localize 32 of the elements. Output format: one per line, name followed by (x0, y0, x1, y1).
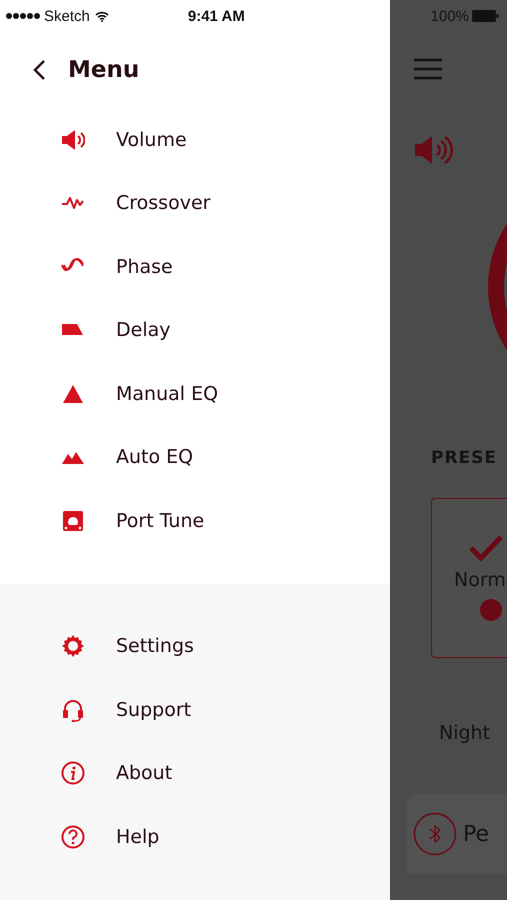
headset-icon (61, 698, 85, 722)
indicator-dot (480, 599, 502, 621)
help-icon (61, 824, 85, 849)
menu-item[interactable]: Delay (0, 298, 390, 362)
menu-item[interactable]: Volume (0, 108, 390, 172)
menu-item[interactable]: Support (0, 678, 390, 742)
wifi-icon (94, 10, 109, 22)
menu-item[interactable]: Crossover (0, 172, 390, 235)
battery-icon (472, 10, 499, 22)
preset-name: Norm (454, 569, 506, 591)
signal-icon (6, 13, 40, 19)
menu-item[interactable]: Manual EQ (0, 362, 390, 426)
battery-percent: 100% (430, 8, 469, 24)
menu-title: Menu (68, 57, 140, 83)
port-icon (61, 508, 85, 533)
device-name: Pe (463, 822, 490, 846)
carrier-name: Sketch (44, 8, 90, 24)
preset-name: Night (439, 722, 490, 744)
menu-item[interactable]: Auto EQ (0, 426, 390, 489)
menu-item[interactable]: Phase (0, 235, 390, 298)
back-icon[interactable] (32, 59, 46, 81)
menu-item[interactable]: Help (0, 805, 390, 868)
info-icon (61, 761, 85, 786)
check-icon (469, 535, 503, 561)
gear-icon (61, 634, 85, 658)
menu-item[interactable]: Port Tune (0, 489, 390, 552)
speaker-icon (61, 128, 85, 152)
presets-heading: PRESE (431, 448, 498, 468)
clock-time: 9:41 AM (188, 8, 245, 24)
menu-item[interactable]: Settings (0, 614, 390, 678)
bluetooth-icon (413, 812, 457, 856)
menu-item[interactable]: About (0, 742, 390, 805)
